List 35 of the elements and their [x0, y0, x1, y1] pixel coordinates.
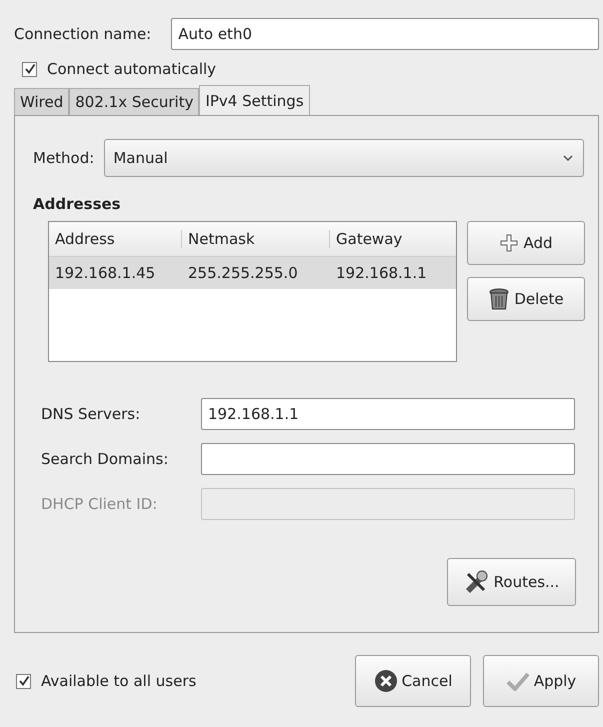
tab[interactable]: 802.1x Security — [69, 88, 200, 115]
available-to-all-users-label: Available to all users — [41, 672, 196, 690]
add-button[interactable]: Add — [467, 221, 585, 265]
caret-icon — [563, 155, 573, 161]
apply-button[interactable]: Apply — [483, 655, 599, 707]
table-cell-text: 255.255.255.0 — [187, 264, 299, 282]
table-row[interactable]: 192.168.1.45 255.255.255.0 192.168.1.1 — [49, 257, 456, 289]
column-header[interactable]: Gateway — [330, 230, 456, 248]
table-cell-text: 192.168.1.1 — [335, 264, 428, 282]
plus-icon — [499, 233, 520, 253]
column-header[interactable]: Netmask — [182, 230, 330, 248]
table-cell-text: 192.168.1.45 — [54, 264, 156, 282]
input-field[interactable] — [201, 443, 575, 475]
delete-button[interactable]: Delete — [467, 277, 585, 321]
tab[interactable]: Wired — [14, 88, 70, 115]
close-icon — [374, 669, 398, 693]
connection-name-field[interactable]: Auto eth0 — [171, 18, 599, 50]
field-label: Search Domains: — [41, 450, 170, 468]
input-field[interactable]: 192.168.1.1 — [201, 398, 575, 430]
trash-icon — [488, 287, 510, 311]
addresses-heading: Addresses — [33, 195, 122, 213]
cancel-button[interactable]: Cancel — [355, 655, 471, 707]
checkbox[interactable] — [22, 62, 37, 76]
column-header[interactable]: Address — [49, 230, 182, 248]
tab[interactable]: IPv4 Settings — [199, 85, 310, 115]
method-label: Method: — [33, 149, 94, 167]
checkmark-icon — [506, 671, 530, 691]
field-label: DNS Servers: — [41, 405, 142, 423]
checkbox[interactable] — [16, 674, 31, 688]
connect-automatically-label: Connect automatically — [47, 60, 216, 78]
routes-button[interactable]: Routes... — [447, 558, 576, 606]
connection-name-label: Connection name: — [14, 25, 152, 43]
field-label: DHCP Client ID: — [41, 495, 158, 513]
tools-icon — [464, 570, 490, 594]
method-dropdown[interactable]: Manual — [104, 139, 584, 177]
